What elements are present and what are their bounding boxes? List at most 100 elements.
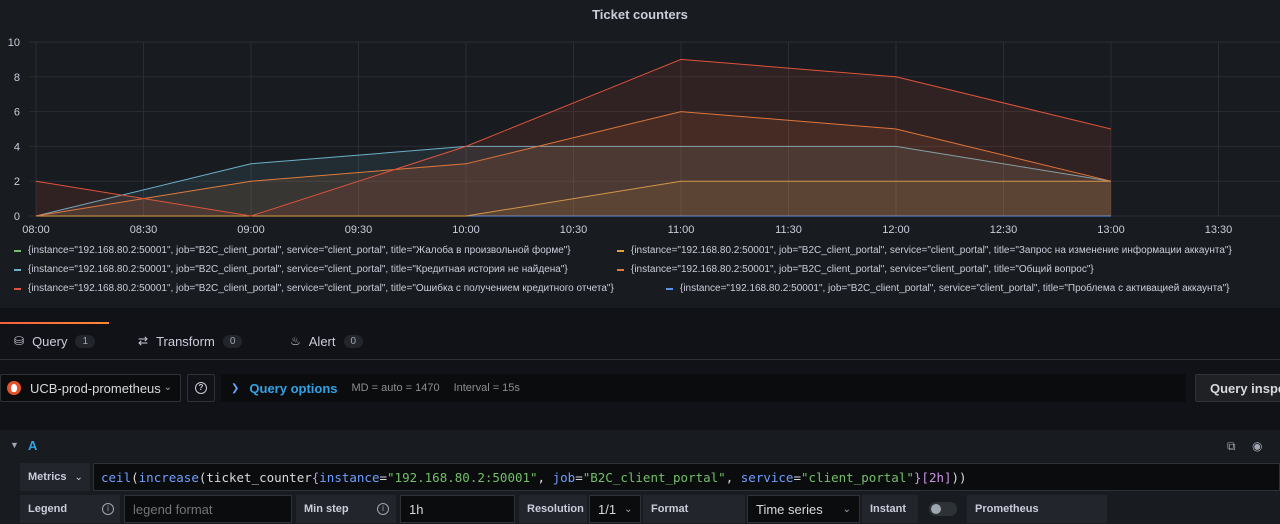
format-select[interactable]: Time series ⌄ (747, 495, 860, 523)
legend-item[interactable]: {instance="192.168.80.2:50001", job="B2C… (617, 245, 1232, 256)
y-tick-label: 2 (14, 176, 20, 188)
x-tick-label: 08:30 (130, 224, 158, 233)
legend-item[interactable]: {instance="192.168.80.2:50001", job="B2C… (617, 264, 1094, 275)
interval-info: Interval = 15s (453, 382, 520, 394)
info-icon[interactable]: i (377, 503, 389, 515)
y-tick-label: 8 (14, 72, 20, 84)
expr-value: "B2C_client_portal" (582, 470, 726, 485)
y-tick-label: 0 (14, 211, 20, 223)
question-icon: ? (195, 382, 207, 394)
chevron-down-icon: ⌄ (74, 471, 83, 483)
x-tick-label: 11:30 (775, 224, 802, 233)
tab-count: 0 (343, 334, 364, 348)
resolution-select[interactable]: 1/1 ⌄ (589, 495, 641, 523)
duplicate-icon[interactable]: ⧉ (1227, 439, 1236, 454)
tab-label: Query (32, 333, 68, 349)
legend-swatch (14, 287, 21, 290)
expr-metric: ticket_counter (206, 470, 312, 485)
bell-icon: ♨ (290, 334, 301, 348)
help-button[interactable]: ? (187, 374, 215, 402)
metrics-label: Metrics (28, 471, 67, 483)
format-label: Format (643, 495, 745, 523)
chart: 0 2 4 6 8 10 08:00 08:30 09:00 09:30 10:00 10:30 11:… (8, 37, 1280, 233)
y-tick-label: 4 (14, 141, 20, 153)
legend-swatch (14, 268, 21, 271)
x-tick-label: 12:00 (882, 224, 910, 233)
legend-label-text: Legend (28, 503, 68, 515)
legend-label: {instance="192.168.80.2:50001", job="B2C… (680, 283, 1230, 294)
collapse-icon[interactable]: ▼ (10, 440, 19, 450)
y-tick-label: 10 (8, 37, 20, 49)
x-tick-label: 09:00 (237, 224, 265, 233)
info-icon[interactable]: i (102, 503, 114, 515)
expr-label: job (552, 470, 576, 485)
x-tick-label: 10:00 (452, 224, 480, 233)
editor-tabs: ⛁ Query 1 ⇄ Transform 0 ♨ Alert 0 (0, 322, 1280, 360)
eye-icon[interactable]: ◉ (1252, 439, 1262, 453)
legend-item[interactable]: {instance="192.168.80.2:50001", job="B2C… (14, 245, 571, 256)
x-tick-label: 09:30 (345, 224, 373, 233)
x-tick-label: 08:00 (22, 224, 50, 233)
tab-count: 1 (75, 334, 96, 348)
legend-swatch (617, 268, 624, 271)
min-step-input[interactable]: 1h (400, 495, 515, 523)
datasource-type-label: Prometheus (967, 495, 1107, 523)
prometheus-icon (7, 381, 21, 395)
tab-label: Alert (308, 333, 336, 349)
legend-label: {instance="192.168.80.2:50001", job="B2C… (28, 245, 571, 256)
tab-label: Transform (156, 333, 215, 349)
y-tick-label: 6 (14, 107, 20, 119)
resolution-value: 1/1 (598, 501, 617, 517)
expr-value: "client_portal" (801, 470, 914, 485)
chevron-right-icon: ❯ (231, 382, 240, 394)
legend-swatch (666, 287, 673, 290)
expr-fn: increase (138, 470, 199, 485)
format-value: Time series (756, 501, 823, 517)
x-tick-label: 11:00 (668, 224, 695, 233)
panel-title[interactable]: Ticket counters (0, 7, 1280, 22)
x-tick-label: 13:00 (1097, 224, 1125, 233)
query-toolbar: UCB-prod-prometheus ⌄ ? ❯ Query options … (0, 360, 1280, 416)
query-row-header: ▼ A ⧉ ◉ (0, 430, 1280, 462)
x-tick-label: 12:30 (990, 224, 1018, 233)
legend-label: {instance="192.168.80.2:50001", job="B2C… (631, 264, 1094, 275)
max-datapoints-info: MD = auto = 1470 (351, 382, 440, 394)
query-inspector-button[interactable]: Query inspector (1195, 374, 1280, 402)
legend-item[interactable]: {instance="192.168.80.2:50001", job="B2C… (14, 264, 568, 275)
query-row: ▼ A ⧉ ◉ Metrics ⌄ ceil(increase(ticket_c… (0, 430, 1280, 524)
chevron-down-icon: ⌄ (842, 503, 851, 515)
legend-swatch (617, 249, 624, 252)
legend-label: {instance="192.168.80.2:50001", job="B2C… (28, 283, 614, 294)
chevron-down-icon: ⌄ (163, 382, 172, 393)
tab-alert[interactable]: ♨ Alert 0 (290, 322, 364, 360)
expr-range: [2h] (921, 470, 952, 485)
transform-icon: ⇄ (138, 334, 149, 348)
database-icon: ⛁ (14, 334, 25, 348)
query-options-label: Query options (249, 380, 338, 396)
query-expression-input[interactable]: ceil(increase(ticket_counter{instance="1… (93, 463, 1280, 491)
x-tick-label: 10:30 (560, 224, 588, 233)
metrics-selector[interactable]: Metrics ⌄ (20, 463, 90, 491)
expr-label: instance (319, 470, 380, 485)
min-step-label-text: Min step (304, 503, 349, 515)
chevron-down-icon: ⌄ (624, 503, 633, 515)
datasource-name: UCB-prod-prometheus (30, 380, 161, 396)
legend: {instance="192.168.80.2:50001", job="B2C… (14, 243, 1280, 300)
legend-item[interactable]: {instance="192.168.80.2:50001", job="B2C… (14, 283, 614, 294)
legend-item[interactable]: {instance="192.168.80.2:50001", job="B2C… (666, 283, 1230, 294)
tab-query[interactable]: ⛁ Query 1 (0, 322, 110, 360)
tab-count: 0 (222, 334, 243, 348)
expr-value: "192.168.80.2:50001" (387, 470, 538, 485)
datasource-picker[interactable]: UCB-prod-prometheus ⌄ (0, 374, 181, 402)
x-tick-label: 13:30 (1205, 224, 1233, 233)
query-options-toggle[interactable]: ❯ Query options MD = auto = 1470 Interva… (221, 374, 1186, 402)
graph-panel: Ticket counters 0 2 4 6 8 10 08:00 08:30 09:00 09… (0, 0, 1280, 308)
expr-label: service (740, 470, 794, 485)
legend-format-input[interactable] (124, 495, 292, 523)
legend-label: {instance="192.168.80.2:50001", job="B2C… (28, 264, 568, 275)
instant-toggle[interactable] (929, 502, 957, 516)
tab-transform[interactable]: ⇄ Transform 0 (138, 322, 243, 360)
legend-label: {instance="192.168.80.2:50001", job="B2C… (631, 245, 1232, 256)
query-ref-id[interactable]: A (28, 438, 37, 453)
instant-label: Instant (862, 495, 918, 523)
